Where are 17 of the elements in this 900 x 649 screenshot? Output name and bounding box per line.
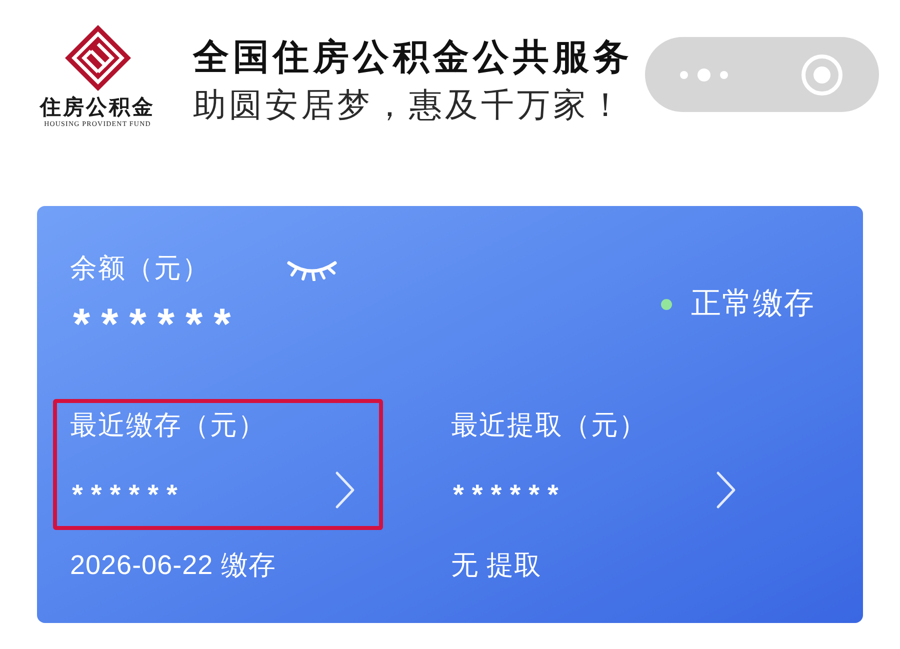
- logo-title: 住房公积金: [40, 94, 155, 120]
- balance-amount: ******: [73, 303, 243, 347]
- item-note: 2026-06-22 缴存: [70, 549, 276, 582]
- page-title: 全国住房公积金公共服务: [193, 35, 634, 79]
- chevron-right-icon[interactable]: [334, 471, 356, 509]
- chevron-right-icon[interactable]: [715, 471, 737, 509]
- eye-closed-icon[interactable]: [286, 259, 338, 281]
- masked-amount: ******: [453, 478, 566, 510]
- item-note: 无 提取: [451, 549, 542, 582]
- diamond-logo-icon: [64, 25, 130, 91]
- masked-amount: ******: [72, 478, 186, 510]
- status-label: 正常缴存: [691, 286, 815, 322]
- status-dot-icon: [661, 298, 672, 310]
- item-label: 最近缴存（元）: [70, 409, 266, 442]
- balance-label: 余额（元）: [70, 252, 210, 285]
- item-label: 最近提取（元）: [451, 409, 647, 442]
- slogan: 助圆安居梦，惠及千万家！: [193, 84, 626, 126]
